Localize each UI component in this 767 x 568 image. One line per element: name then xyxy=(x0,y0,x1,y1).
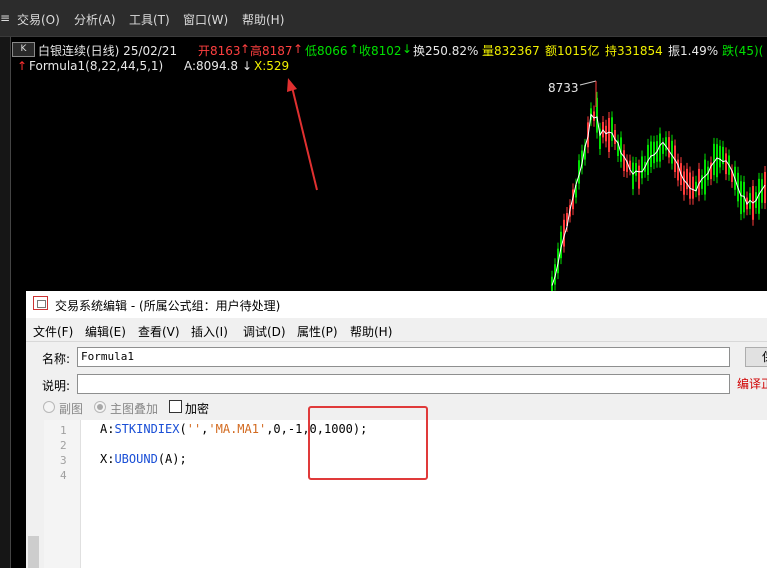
radio-subchart-label: 副图 xyxy=(59,402,84,416)
dlg-menu-debug[interactable]: 调试(D) xyxy=(243,323,286,340)
code-function-token: UBOUND xyxy=(114,452,158,466)
dlg-menu-help[interactable]: 帮助(H) xyxy=(350,323,392,340)
app-icon xyxy=(33,296,48,310)
name-field-value: Formula1 xyxy=(81,350,134,363)
annotation-highlight-box xyxy=(308,406,428,480)
menu-divider xyxy=(26,341,767,342)
code-token: X: xyxy=(100,452,115,466)
kline-svg xyxy=(287,78,766,291)
candle-body xyxy=(611,117,613,141)
candle-body xyxy=(716,144,718,178)
radio-subchart[interactable] xyxy=(43,401,55,413)
save-button-label: 保 xyxy=(762,350,767,364)
candle-body xyxy=(641,156,643,179)
candle-body xyxy=(638,165,640,189)
candle-body xyxy=(692,176,694,199)
code-string-token: 'MA.MA1' xyxy=(208,422,267,436)
menu-tools[interactable]: 工具(T) xyxy=(129,11,170,28)
candle-body xyxy=(686,168,688,190)
code-token: A: xyxy=(100,422,115,436)
desc-field[interactable] xyxy=(77,374,730,394)
save-button[interactable]: 保 xyxy=(745,347,767,367)
candle-body xyxy=(632,162,634,190)
menu-trade[interactable]: 交易(O) xyxy=(17,11,60,28)
menu-help[interactable]: 帮助(H) xyxy=(242,11,284,28)
candle-body xyxy=(725,153,727,175)
candle-body xyxy=(650,141,652,167)
candle-body xyxy=(623,150,625,172)
line-number: 1 xyxy=(60,424,67,437)
line-number: 2 xyxy=(60,439,67,452)
name-field[interactable]: Formula1 xyxy=(77,347,730,367)
candle-body xyxy=(653,141,655,164)
menu-analysis[interactable]: 分析(A) xyxy=(74,11,116,28)
menu-window[interactable]: 窗口(W) xyxy=(183,11,228,28)
code-string-token: '' xyxy=(186,422,202,436)
line-number: 4 xyxy=(60,469,67,482)
name-label: 名称: xyxy=(42,352,71,366)
radio-main-overlay-label: 主图叠加 xyxy=(110,402,159,416)
candle-body xyxy=(608,118,610,152)
candle-body xyxy=(668,137,670,158)
dlg-menu-insert[interactable]: 插入(I) xyxy=(191,323,228,340)
code-token: (A); xyxy=(157,452,187,466)
peak-price-label: 8733 xyxy=(548,81,579,95)
candle-body xyxy=(740,181,742,215)
editor-scrollbar-thumb[interactable] xyxy=(28,536,39,568)
candle-body xyxy=(671,140,673,164)
candle-body xyxy=(713,143,715,176)
annotation-arrow-line xyxy=(291,86,318,191)
candle-body xyxy=(662,143,664,154)
candle-body xyxy=(719,145,721,168)
candle-body xyxy=(689,172,691,199)
line-number: 3 xyxy=(60,454,67,467)
dialog-title: 交易系统编辑 - (所属公式组：用户待处理) xyxy=(55,299,281,313)
dlg-menu-view[interactable]: 查看(V) xyxy=(138,323,180,340)
candle-body xyxy=(764,171,766,204)
top-menubar: ≡ 交易(O) 分析(A) 工具(T) 窗口(W) 帮助(H) xyxy=(0,0,767,37)
candle-body xyxy=(701,175,703,189)
code-token: ( xyxy=(179,422,187,436)
candle-body xyxy=(635,163,637,176)
peak-leader-line xyxy=(579,80,597,86)
desc-label: 说明: xyxy=(42,379,71,393)
dlg-menu-properties[interactable]: 属性(P) xyxy=(297,323,338,340)
candlestick-group xyxy=(551,91,766,291)
radio-main-overlay[interactable] xyxy=(94,401,106,413)
code-function-token: STKINDIEX xyxy=(114,422,180,436)
candle-body xyxy=(683,171,685,195)
encrypt-checkbox-label: 加密 xyxy=(185,402,210,416)
encrypt-checkbox[interactable] xyxy=(169,400,182,413)
candle-body xyxy=(593,111,595,121)
candle-body xyxy=(665,137,667,151)
menu-partial[interactable]: ≡ xyxy=(0,11,10,25)
annotation-arrowhead-icon xyxy=(287,78,297,92)
ma-line xyxy=(551,113,766,286)
compile-link[interactable]: 编译正 xyxy=(737,375,767,392)
dlg-menu-edit[interactable]: 编辑(E) xyxy=(85,323,126,340)
code-line-3[interactable]: X:UBOUND(A); xyxy=(100,452,187,466)
dlg-menu-file[interactable]: 文件(F) xyxy=(33,323,73,340)
